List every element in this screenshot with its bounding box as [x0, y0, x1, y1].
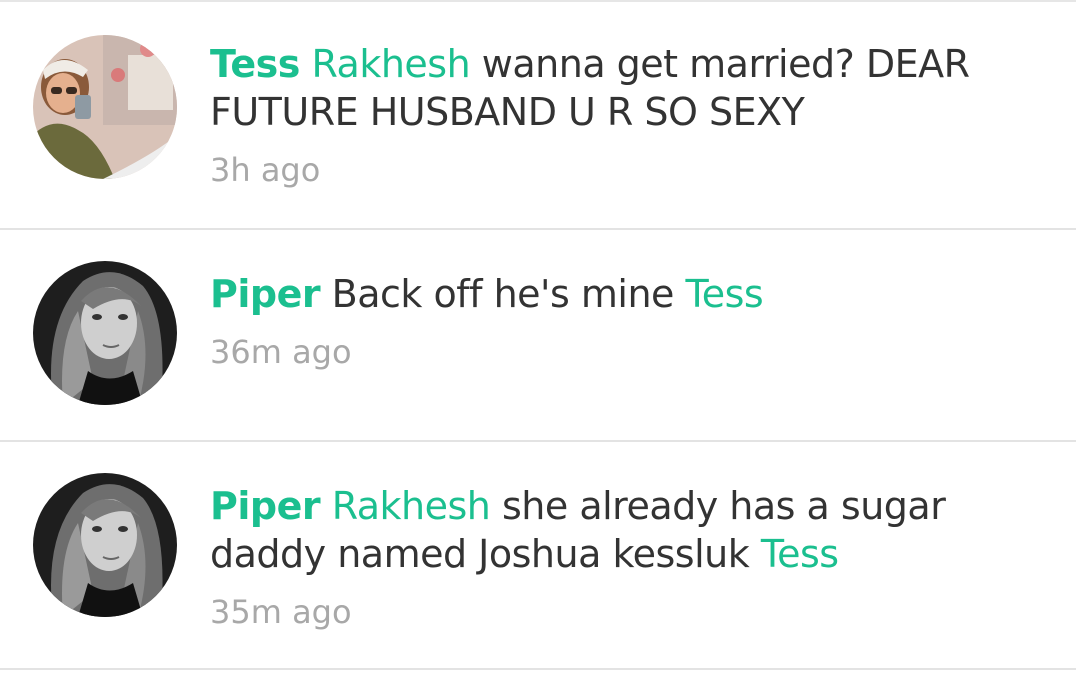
avatar[interactable] [33, 261, 177, 405]
mention-link[interactable]: Rakhesh [311, 42, 470, 86]
comment-item[interactable]: Tess Rakhesh wanna get married? DEAR FUT… [0, 0, 1076, 230]
comment-content: Piper Back off he's mine Tess 36m ago [210, 270, 1030, 372]
bw-portrait-photo-icon [33, 473, 177, 617]
comment-timestamp: 35m ago [210, 593, 352, 631]
avatar[interactable] [33, 473, 177, 617]
comment-text: Piper Back off he's mine Tess [210, 270, 1030, 318]
comment-timestamp: 36m ago [210, 333, 352, 371]
avatar[interactable] [33, 35, 177, 179]
mention-link[interactable]: Rakhesh [332, 484, 491, 528]
comment-feed: Tess Rakhesh wanna get married? DEAR FUT… [0, 0, 1076, 675]
comment-timestamp: 3h ago [210, 151, 321, 189]
bw-portrait-photo-icon [33, 261, 177, 405]
mention-link[interactable]: Tess [761, 532, 839, 576]
comment-author[interactable]: Piper [210, 272, 321, 316]
comment-author[interactable]: Tess [210, 42, 300, 86]
comment-item[interactable]: Piper Back off he's mine Tess 36m ago [0, 230, 1076, 442]
selfie-photo-icon [33, 35, 177, 179]
comment-author[interactable]: Piper [210, 484, 321, 528]
comment-text: Tess Rakhesh wanna get married? DEAR FUT… [210, 40, 1030, 136]
comment-item[interactable]: Piper Rakhesh she already has a sugar da… [0, 442, 1076, 670]
mention-link[interactable]: Tess [686, 272, 764, 316]
comment-content: Piper Rakhesh she already has a sugar da… [210, 482, 1030, 632]
comment-body: Back off he's mine [320, 272, 686, 316]
comment-content: Tess Rakhesh wanna get married? DEAR FUT… [210, 40, 1030, 190]
comment-text: Piper Rakhesh she already has a sugar da… [210, 482, 1030, 578]
